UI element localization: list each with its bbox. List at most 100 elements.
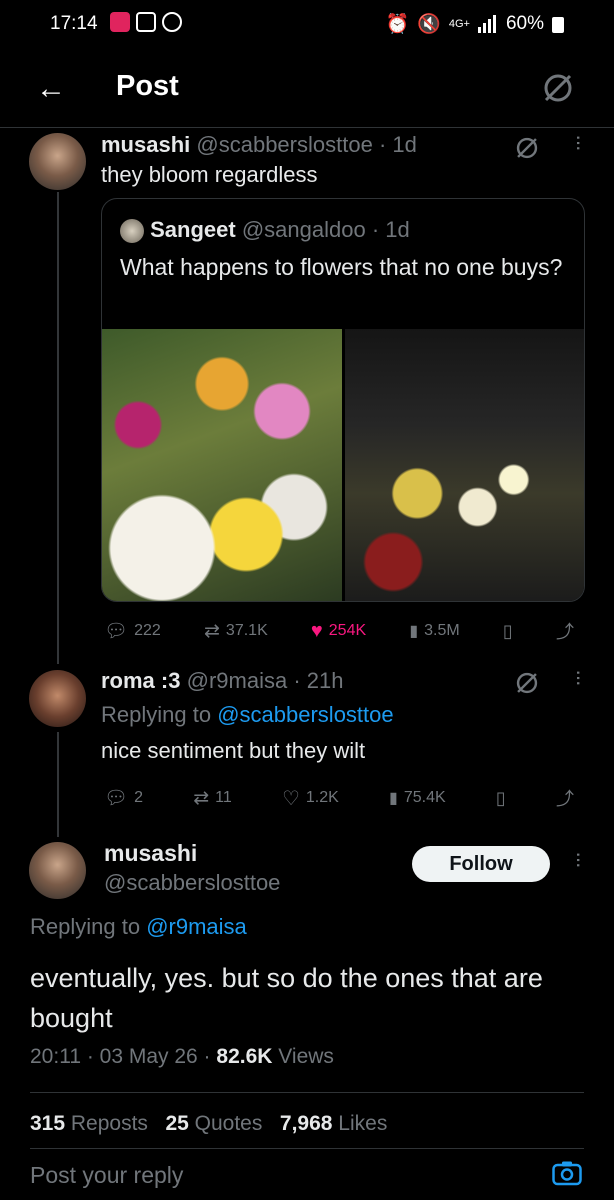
mute-icon: 🔇 [417, 14, 441, 35]
grok-icon[interactable] [514, 135, 540, 161]
share-button[interactable]: ⤴ [556, 785, 574, 811]
grok-icon[interactable] [514, 670, 540, 696]
message-icon [136, 12, 156, 32]
author-name[interactable]: musashi [104, 840, 197, 867]
camera-icon[interactable] [552, 1160, 582, 1186]
divider [30, 1092, 584, 1093]
battery-icon [552, 17, 564, 33]
thread-line [57, 732, 59, 837]
status-notification-icons [110, 12, 182, 32]
post-text: they bloom regardless [101, 162, 318, 187]
avatar[interactable] [29, 842, 86, 899]
reposts-count: 315 [30, 1112, 66, 1135]
author-handle[interactable]: @scabberslosttoe [196, 132, 372, 157]
bookmark-button[interactable]: ▯ [503, 621, 513, 642]
more-options-icon[interactable]: ··· [566, 851, 592, 867]
views-button[interactable]: ▮ 75.4K [389, 788, 446, 808]
network-label: 4G+ [448, 18, 470, 30]
likes-count: 7,968 [279, 1112, 333, 1135]
main-post-text: eventually, yes. but so do the ones that… [30, 963, 543, 1033]
reply2-actions: 💬︎ 2 ⇄ 11 ♡ 1.2K ▮ 75.4K ▯ ⤴ [104, 785, 574, 811]
views-count: 82.6K [216, 1045, 273, 1068]
post-text: nice sentiment but they wilt [101, 738, 366, 763]
alarm-icon: ⏰ [385, 14, 410, 35]
author-handle: @sangaldoo [241, 217, 366, 242]
repost-button[interactable]: ⇄ 37.1K [204, 620, 268, 643]
post-time: · 1d [371, 217, 410, 242]
share-icon: ⤴ [555, 622, 574, 642]
share-button[interactable]: ⤴ [556, 618, 574, 644]
like-count: 254K [328, 622, 367, 639]
reply2-header: roma :3 @r9maisa · 21h [101, 668, 343, 694]
replying-label: Replying to [30, 914, 141, 939]
views-button[interactable]: ▮ 3.5M [409, 621, 459, 641]
views-label: Views [278, 1045, 334, 1068]
reply-input[interactable]: Post your reply [30, 1162, 183, 1189]
post-time: · 21h [293, 668, 344, 693]
author-name[interactable]: musashi [101, 132, 190, 157]
reply-icon: 💬︎ [104, 621, 129, 642]
likes-label: Likes [338, 1112, 388, 1135]
avatar [120, 219, 144, 244]
thread-line [57, 192, 59, 664]
bookmark-icon: ▯ [495, 787, 506, 808]
flower-photo-left[interactable] [102, 329, 342, 601]
quoted-post[interactable]: Sangeet @sangaldoo · 1d What happens to … [101, 198, 585, 602]
reply-count: 222 [134, 622, 161, 639]
quotes-stat[interactable]: 25 Quotes [165, 1112, 262, 1135]
replying-to-link[interactable]: @r9maisa [146, 914, 247, 939]
quotes-count: 25 [165, 1112, 189, 1135]
status-right: ⏰ 🔇 4G+ 60% [386, 12, 564, 36]
post-meta: 20:11 · 03 May 26 · 82.6K Views [30, 1045, 334, 1069]
heart-filled-icon: ♥ [310, 619, 323, 642]
settings-icon [162, 12, 182, 32]
author-handle[interactable]: @r9maisa [187, 668, 288, 693]
reposts-stat[interactable]: 315 Reposts [30, 1112, 148, 1135]
back-arrow-icon[interactable]: ← [36, 72, 66, 106]
analytics-icon: ▮ [389, 790, 398, 807]
repost-button[interactable]: ⇄ 11 [193, 787, 232, 810]
engagement-stats: 315 Reposts 25 Quotes 7,968 Likes [30, 1112, 387, 1136]
signal-icon [477, 15, 496, 33]
avatar[interactable] [29, 670, 86, 727]
reply-button[interactable]: 💬︎ 222 [104, 619, 161, 643]
heart-icon: ♡ [281, 787, 300, 810]
reply-button[interactable]: 💬︎ 2 [104, 786, 143, 810]
like-button[interactable]: ♥ 254K [311, 620, 366, 643]
reposts-label: Reposts [70, 1112, 148, 1135]
analytics-icon: ▮ [409, 623, 419, 640]
reply-icon: 💬︎ [104, 788, 129, 809]
like-count: 1.2K [305, 789, 339, 806]
share-icon: ⤴ [555, 789, 574, 809]
follow-button[interactable]: Follow [412, 846, 550, 882]
repost-icon: ⇄ [204, 620, 220, 642]
divider [30, 1148, 584, 1149]
author-handle[interactable]: @scabberslosttoe [104, 870, 280, 896]
status-bar: 17:14 ⏰ 🔇 4G+ 60% [0, 0, 614, 48]
repost-count: 37.1K [225, 622, 268, 639]
timestamp: 20:11 · 03 May 26 · [30, 1045, 211, 1068]
replying-to: Replying to @scabberslosttoe [101, 702, 394, 728]
replying-to-link[interactable]: @scabberslosttoe [217, 702, 393, 727]
views-count: 3.5M [424, 622, 460, 639]
like-button[interactable]: ♡ 1.2K [282, 786, 339, 811]
more-options-icon[interactable]: ··· [566, 669, 592, 685]
likes-stat[interactable]: 7,968 Likes [280, 1112, 387, 1135]
flower-photo-right[interactable] [345, 329, 584, 601]
quotes-label: Quotes [194, 1112, 263, 1135]
status-time: 17:14 [50, 13, 98, 34]
bookmark-button[interactable]: ▯ [496, 788, 506, 809]
views-count: 75.4K [403, 789, 446, 806]
avatar[interactable] [29, 133, 86, 190]
replying-to: Replying to @r9maisa [30, 914, 247, 940]
reply-count: 2 [134, 789, 144, 806]
app-notification-icon [110, 12, 130, 32]
author-name[interactable]: roma :3 [101, 668, 180, 693]
battery-level: 60% [505, 13, 544, 34]
reply1-actions: 💬︎ 222 ⇄ 37.1K ♥ 254K ▮ 3.5M ▯ ⤴ [104, 618, 574, 644]
top-bar: ← Post [0, 48, 614, 128]
page-title: Post [116, 70, 179, 102]
author-name: Sangeet [150, 217, 236, 242]
grok-icon[interactable] [542, 72, 574, 104]
more-options-icon[interactable]: ··· [566, 134, 592, 150]
